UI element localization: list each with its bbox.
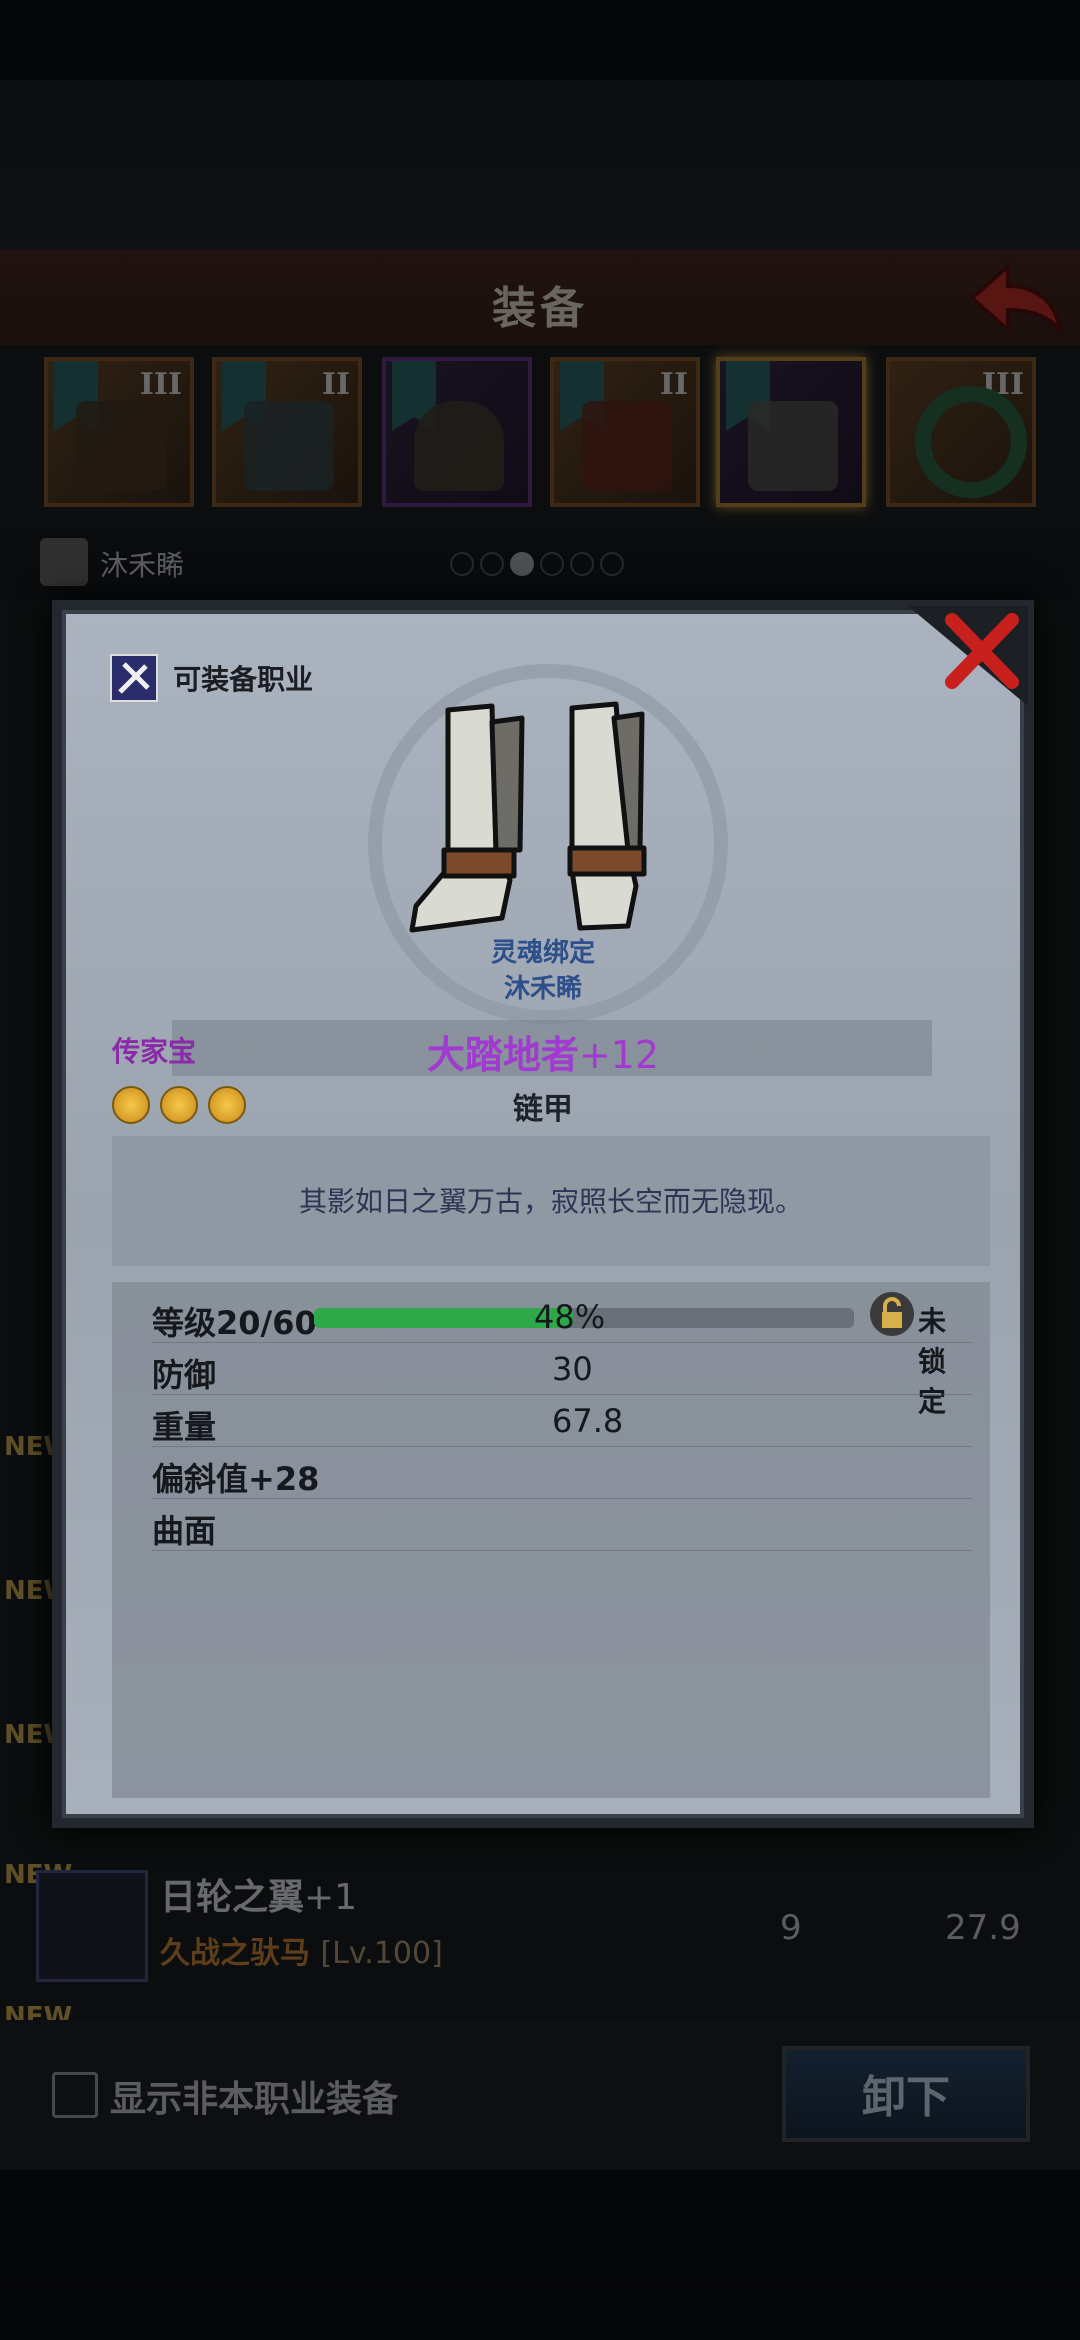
stat-row: 偏斜值+28 — [152, 1448, 972, 1499]
boots-icon — [409, 701, 647, 933]
lock-icon[interactable] — [870, 1292, 914, 1336]
checkbox-label: 显示非本职业装备 — [110, 2079, 399, 2120]
show-other-class-checkbox[interactable] — [52, 2072, 98, 2118]
item-defense: 9 — [780, 1908, 802, 1948]
page-dot[interactable] — [600, 552, 624, 576]
slot-helmet[interactable] — [382, 357, 532, 507]
progress-text: 48% — [534, 1298, 606, 1336]
ring-icon — [915, 386, 1027, 498]
header-bar: 装备 — [0, 250, 1080, 349]
stat-label: 防御 — [152, 1356, 217, 1394]
item-name: 日轮之翼+1 — [160, 1877, 358, 1918]
item-type: 链甲 — [513, 1092, 573, 1127]
helmet-icon — [414, 401, 504, 491]
level-label: 等级20/60 — [152, 1304, 317, 1342]
description-box: 其影如日之翼万古，寂照长空而无隐现。 — [112, 1136, 990, 1266]
stat-label: 重量 — [152, 1408, 217, 1446]
slot-boots[interactable] — [716, 357, 866, 507]
stat-row: 防御 30 — [152, 1344, 972, 1395]
item-detail-popup: 可装备职业 灵魂绑定 沐禾睎 传家宝 大踏地者+12 链甲 其影如日之翼万古，寂… — [52, 600, 1034, 1828]
soulbound-label: 灵魂绑定 — [490, 938, 595, 968]
unequip-button[interactable]: 卸下 — [782, 2046, 1030, 2142]
character-row: 沐禾睎 — [0, 530, 1080, 600]
class-icon[interactable] — [110, 654, 158, 702]
page-dot[interactable] — [450, 552, 474, 576]
boots-icon — [36, 1870, 148, 1982]
slot-armor[interactable]: II — [550, 357, 700, 507]
slot-weapon[interactable]: III — [44, 357, 194, 507]
level-row: 等级20/60 48% 未锁定 — [152, 1292, 972, 1418]
armor-icon — [582, 401, 672, 491]
shield-icon — [244, 401, 334, 491]
page-dot[interactable] — [480, 552, 504, 576]
bottom-bar: 显示非本职业装备 卸下 — [0, 2020, 1080, 2170]
stat-value: 30 — [552, 1350, 593, 1388]
equippable-classes: 可装备职业 — [110, 654, 313, 702]
slot-tier: II — [659, 367, 688, 402]
close-icon[interactable] — [908, 606, 1028, 706]
soulbound-owner: 沐禾睎 — [503, 974, 582, 1004]
character-name: 沐禾睎 — [100, 549, 185, 582]
stat-label: 曲面 — [152, 1512, 217, 1550]
item-title: 大踏地者+12 — [426, 1033, 660, 1077]
stat-value: 67.8 — [552, 1402, 624, 1440]
item-weight: 27.9 — [945, 1908, 1021, 1948]
boots-icon — [748, 401, 838, 491]
equipment-slots: III II II III — [0, 345, 1080, 530]
stat-row: 重量 67.8 — [152, 1396, 972, 1447]
back-arrow-icon[interactable] — [968, 258, 1064, 338]
description-text: 其影如日之翼万古，寂照长空而无隐现。 — [298, 1185, 803, 1218]
list-item[interactable]: 日轮之翼+1 久战之驮马 [Lv.100] 9 27.9 — [0, 1850, 1080, 2010]
pagination-dots — [450, 552, 630, 580]
page-dot-active[interactable] — [510, 552, 534, 576]
slot-shield[interactable]: II — [212, 357, 362, 507]
slot-tier: II — [321, 367, 350, 402]
item-owner: 久战之驮马 [Lv.100] — [160, 1936, 443, 1971]
stats-panel: 等级20/60 48% 未锁定 防御 30 重量 67.8 偏斜值+28 曲面 — [112, 1282, 990, 1798]
classes-label: 可装备职业 — [173, 663, 314, 696]
avatar — [40, 538, 88, 586]
slot-ring[interactable]: III — [886, 357, 1036, 507]
page-dot[interactable] — [570, 552, 594, 576]
slot-tier: III — [139, 367, 182, 402]
weapon-icon — [76, 401, 166, 491]
page-title: 装备 — [492, 283, 588, 334]
stat-row: 曲面 — [152, 1500, 972, 1551]
stat-label: 偏斜值+28 — [152, 1460, 320, 1498]
page-dot[interactable] — [540, 552, 564, 576]
top-backdrop — [0, 80, 1080, 250]
